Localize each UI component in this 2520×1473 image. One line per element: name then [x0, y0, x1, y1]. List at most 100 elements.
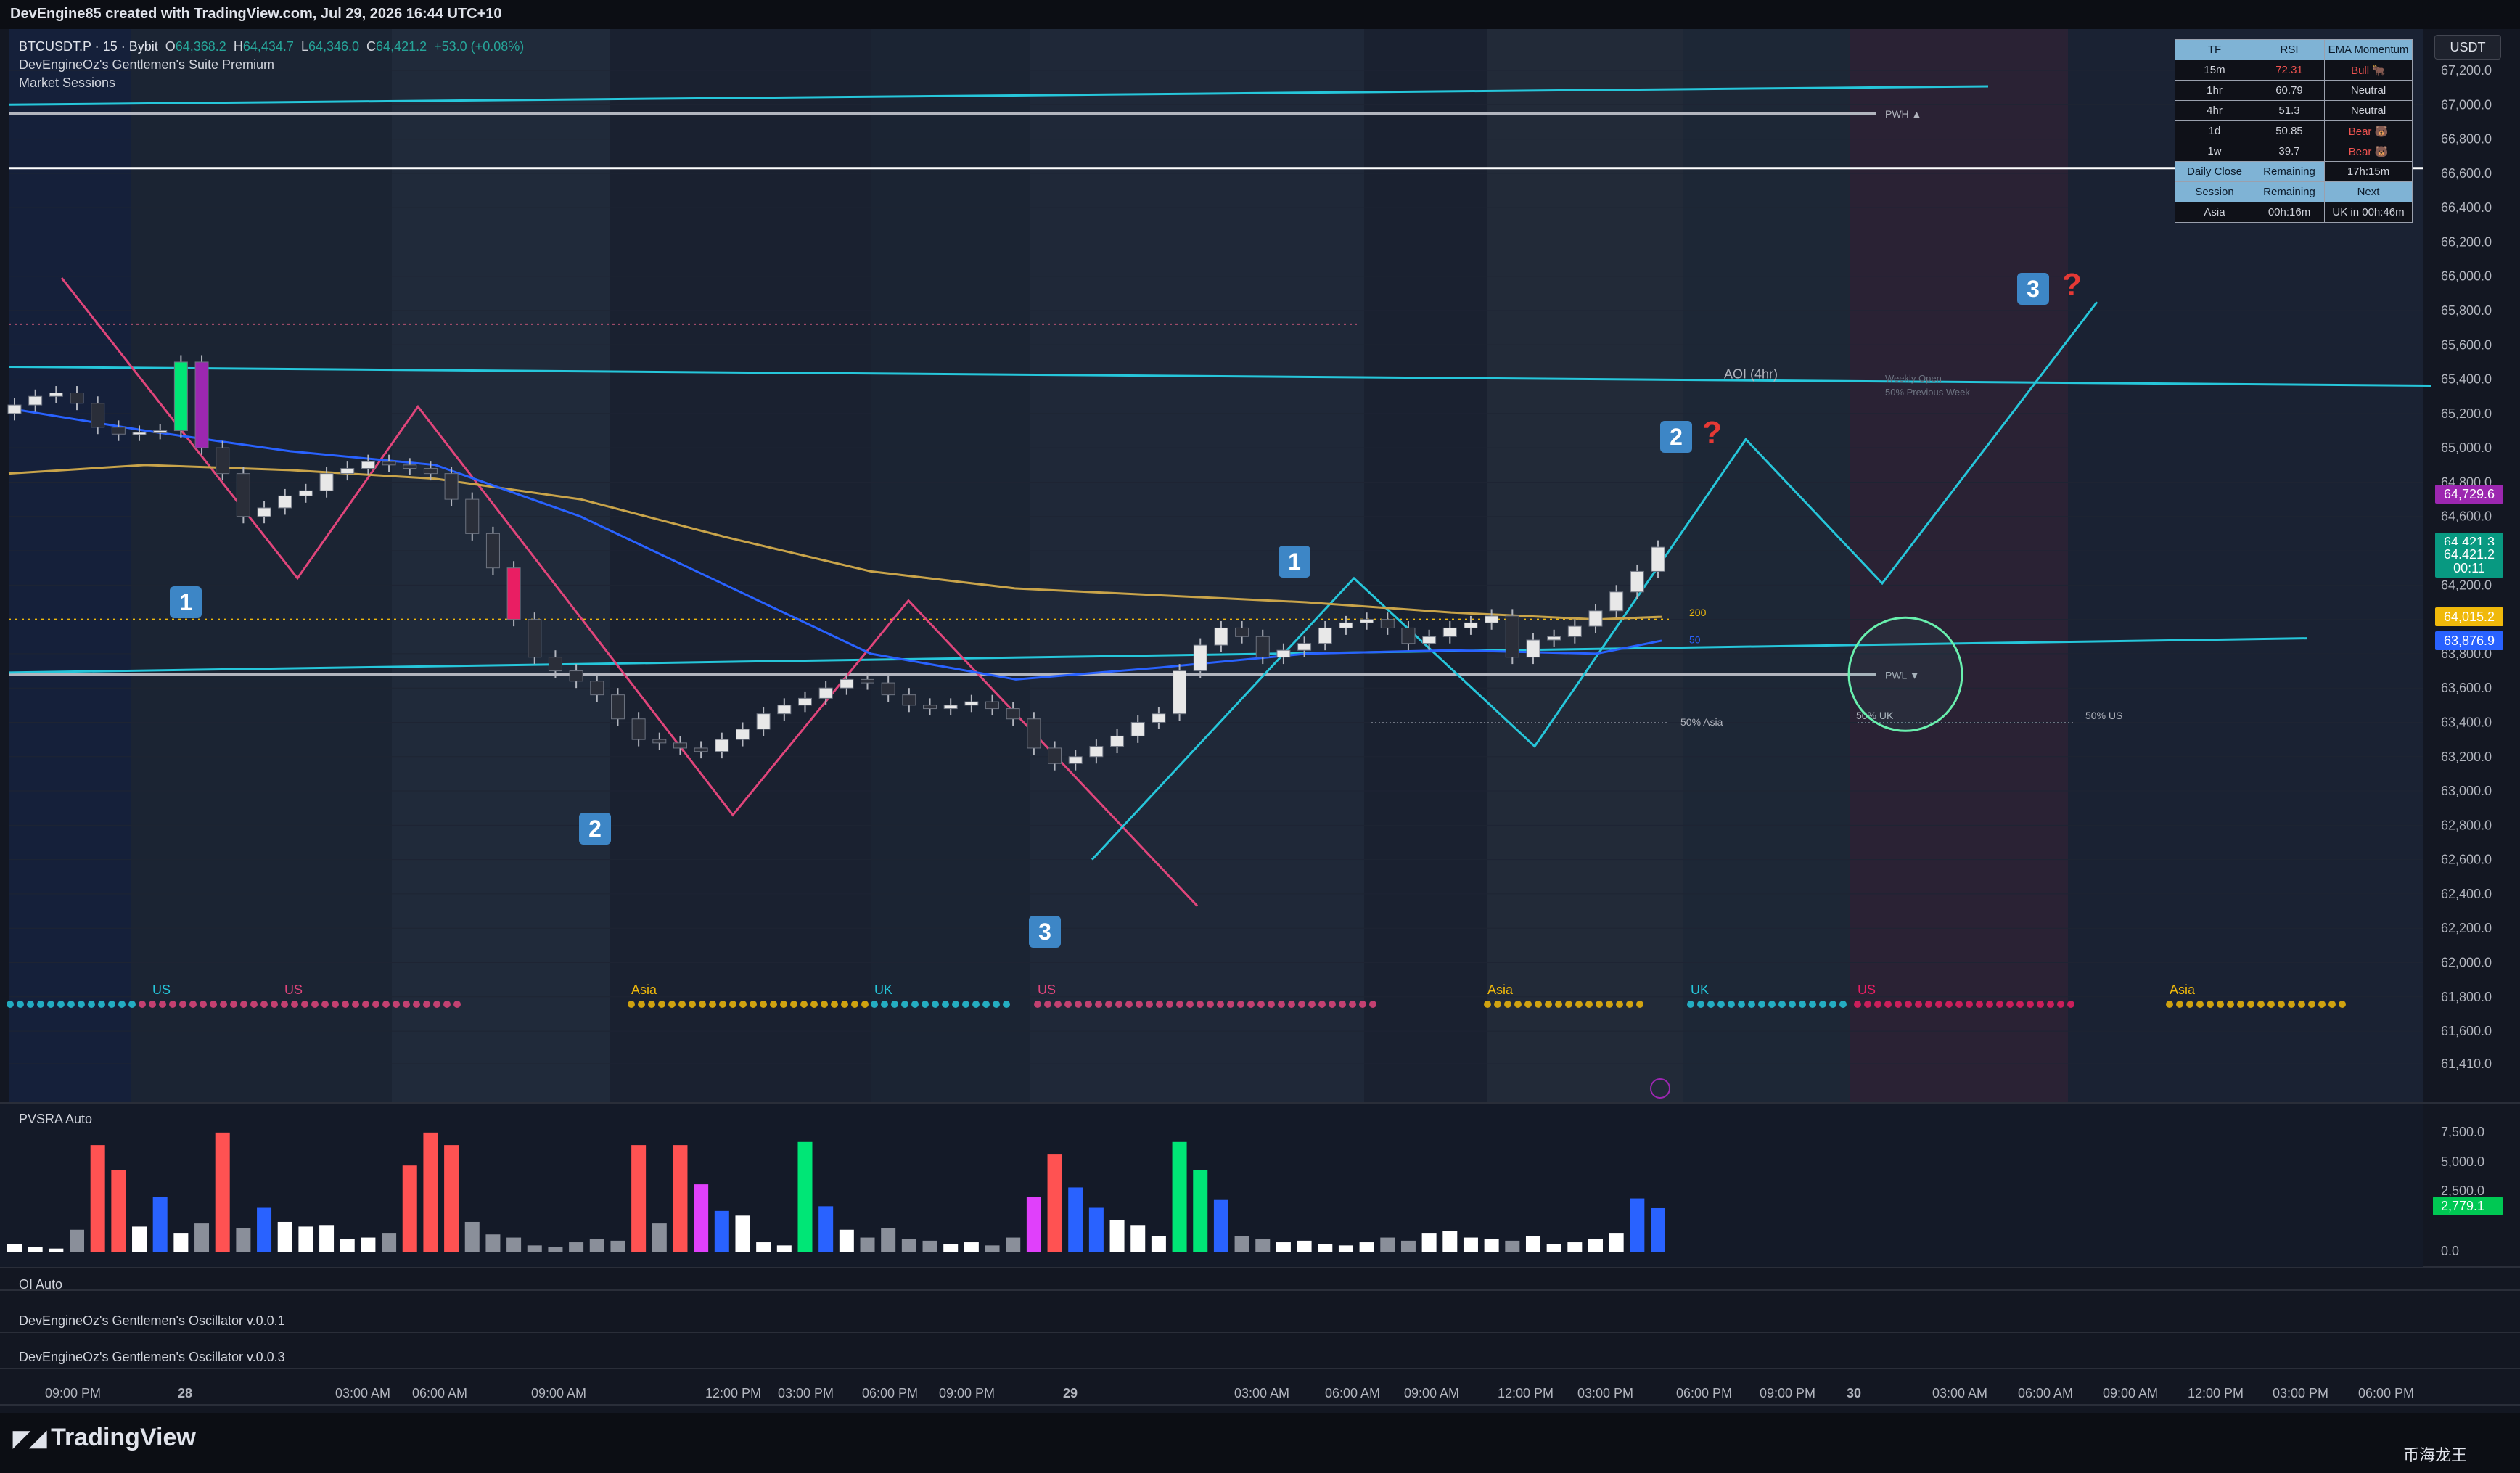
candle: [1255, 636, 1270, 658]
y-tick-label: 67,200.0: [2441, 63, 2492, 78]
y-tick-label: 62,800.0: [2441, 818, 2492, 832]
session-dot: [2176, 1001, 2183, 1008]
volume-bar: [673, 1145, 688, 1252]
volume-bar: [1026, 1197, 1041, 1252]
x-tick-label: 09:00 AM: [2103, 1386, 2158, 1400]
candle: [631, 718, 646, 740]
volume-bar: [1068, 1187, 1083, 1252]
session-dot: [831, 1001, 838, 1008]
session-remaining-value: 00h:16m: [2254, 202, 2325, 223]
session-dot: [770, 1001, 777, 1008]
table-cell-rsi: 72.31: [2254, 60, 2325, 81]
session-dot: [1125, 1001, 1133, 1008]
volume-bar: [527, 1245, 542, 1252]
volume-bar: [1400, 1240, 1416, 1252]
session-dot: [372, 1001, 379, 1008]
volume-bar: [652, 1223, 667, 1252]
volume-bar: [1567, 1242, 1583, 1252]
session-dot: [993, 1001, 1000, 1008]
session-dot: [760, 1001, 767, 1008]
y-tick-label: 61,800.0: [2441, 990, 2492, 1004]
session-dot: [1217, 1001, 1224, 1008]
table-cell-rsi: 51.3: [2254, 100, 2325, 121]
session-dot: [678, 1001, 686, 1008]
candle: [257, 507, 271, 517]
volume-bar: [1297, 1240, 1312, 1252]
candle: [715, 739, 729, 752]
session-dot: [169, 1001, 176, 1008]
volume-axis-label: 0.0: [2441, 1244, 2459, 1258]
x-tick-label: 12:00 PM: [2188, 1386, 2244, 1400]
oi-pane-label[interactable]: OI Auto: [19, 1277, 62, 1292]
session-label: Asia: [2170, 982, 2196, 997]
question-mark-3: ?: [2062, 267, 2082, 303]
session-label: US: [152, 982, 171, 997]
session-dot: [2186, 1001, 2193, 1008]
session-dot: [1819, 1001, 1826, 1008]
session-dot: [1758, 1001, 1765, 1008]
session-dot: [362, 1001, 369, 1008]
volume-bar: [1609, 1233, 1624, 1252]
session-dot: [1966, 1001, 1973, 1008]
volume-bar: [257, 1207, 272, 1252]
symbol-label[interactable]: BTCUSDT.P · 15 · Bybit: [19, 39, 158, 54]
candle: [756, 713, 771, 730]
indicator-suite-label[interactable]: DevEngineOz's Gentlemen's Suite Premium: [19, 56, 524, 74]
session-dot: [1864, 1001, 1871, 1008]
volume-bar: [70, 1229, 85, 1252]
candle: [7, 404, 22, 414]
volume-bar: [1255, 1239, 1271, 1252]
candle: [1006, 708, 1020, 720]
session-dot: [1884, 1001, 1892, 1008]
session-dot: [1349, 1001, 1356, 1008]
session-dot: [2328, 1001, 2336, 1008]
session-dot: [2227, 1001, 2234, 1008]
session-dot: [210, 1001, 217, 1008]
session-dot: [240, 1001, 247, 1008]
indicator-sessions-label[interactable]: Market Sessions: [19, 74, 524, 92]
candle: [548, 657, 562, 672]
oscillator-2-pane-label[interactable]: DevEngineOz's Gentlemen's Oscillator v.0…: [19, 1350, 285, 1365]
currency-unit-button[interactable]: USDT: [2434, 35, 2501, 60]
top-caption-bar: DevEngine85 created with TradingView.com…: [0, 0, 2520, 29]
session-dot: [972, 1001, 980, 1008]
candle: [1360, 619, 1374, 623]
volume-bar: [277, 1221, 292, 1252]
close-value: 64,421.2: [376, 39, 427, 54]
session-dot: [139, 1001, 146, 1008]
candle: [1339, 622, 1353, 628]
session-dot: [1003, 1001, 1010, 1008]
y-tick-label: 63,200.0: [2441, 750, 2492, 764]
candle: [111, 427, 126, 435]
session-dot: [1339, 1001, 1346, 1008]
y-tick-label: 65,800.0: [2441, 303, 2492, 318]
table-cell-tf: 1w: [2175, 141, 2254, 162]
oscillator-1-pane-label[interactable]: DevEngineOz's Gentlemen's Oscillator v.0…: [19, 1313, 285, 1329]
candle: [902, 694, 916, 706]
session-dot: [2016, 1001, 2024, 1008]
session-dot: [962, 1001, 969, 1008]
session-dot: [810, 1001, 818, 1008]
candle: [1630, 570, 1644, 593]
candle: [861, 678, 875, 684]
table-row: 1hr 60.79 Neutral: [2175, 80, 2413, 101]
session-dot: [1697, 1001, 1704, 1008]
pvsra-pane-label[interactable]: PVSRA Auto: [19, 1112, 92, 1127]
volume-bar: [756, 1242, 771, 1252]
session-dot: [1514, 1001, 1522, 1008]
volume-bar: [1109, 1220, 1125, 1252]
tradingview-logo[interactable]: ◤◢ TradingView: [13, 1424, 196, 1452]
open-label: O: [165, 39, 176, 54]
session-band: [1030, 29, 1364, 1103]
session-dot: [1606, 1001, 1613, 1008]
session-dot: [67, 1001, 75, 1008]
candle: [298, 490, 313, 496]
daily-close-label: Daily Close: [2175, 161, 2254, 182]
candle: [1110, 735, 1125, 747]
candle: [91, 403, 105, 428]
us-50-label: 50% US: [2085, 710, 2122, 721]
candle: [777, 705, 792, 715]
session-dot: [1854, 1001, 1861, 1008]
volume-bar: [1505, 1240, 1520, 1252]
session-dot: [2217, 1001, 2224, 1008]
